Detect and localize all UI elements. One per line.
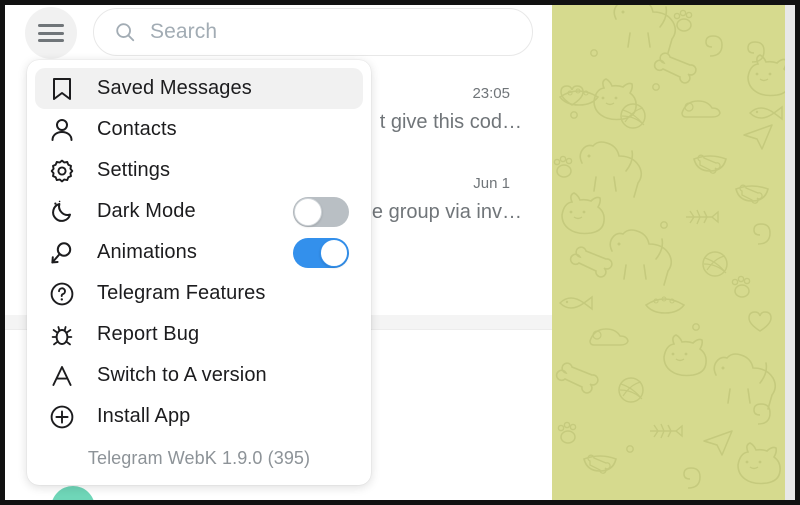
chat-list-panel: Search 23:05 t give this cod… Jun 1 e gr… [5,5,552,500]
search-input[interactable]: Search [93,8,533,56]
menu-item-animations[interactable]: Animations [35,232,363,273]
moon-icon [49,199,75,225]
menu-item-contacts[interactable]: Contacts [35,109,363,150]
right-scroll-gutter [785,5,795,500]
menu-item-install-app[interactable]: Install App [35,396,363,437]
magic-wand-icon [49,240,75,266]
chat-row-preview: t give this cod… [379,111,522,133]
bug-icon [49,322,75,348]
dark-mode-toggle[interactable] [293,196,349,227]
search-icon [116,23,135,42]
search-placeholder: Search [150,20,218,43]
menu-item-settings[interactable]: Settings [35,150,363,191]
chat-wallpaper-area [552,5,785,500]
telegram-app: Search 23:05 t give this cod… Jun 1 e gr… [5,5,795,500]
menu-item-label: Telegram Features [97,282,266,304]
chat-row-preview: e group via inv… [371,201,522,223]
app-version-label: Telegram WebK 1.9.0 (395) [87,448,311,468]
hamburger-menu-icon [38,24,64,42]
chat-row-time: 23:05 [472,85,510,102]
menu-item-label: Dark Mode [97,200,196,222]
menu-item-label: Switch to A version [97,364,267,386]
menu-item-dark-mode[interactable]: Dark Mode [35,191,363,232]
menu-item-telegram-features[interactable]: Telegram Features [35,273,363,314]
menu-item-label: Settings [97,159,171,181]
plus-circle-icon [49,404,75,430]
letter-a-icon [49,363,75,389]
menu-item-saved-messages[interactable]: Saved Messages [35,68,363,109]
top-toolbar: Search [5,5,552,59]
gear-icon [49,158,75,184]
menu-item-label: Contacts [97,118,177,140]
chat-row-time: Jun 1 [473,175,510,192]
main-dropdown-menu: Saved Messages Contacts Settings Dark Mo… [27,60,371,485]
menu-item-switch-version[interactable]: Switch to A version [35,355,363,396]
animations-toggle[interactable] [293,237,349,268]
question-mark-icon [49,281,75,307]
bookmark-icon [49,76,75,102]
pet-doodle-pattern-icon [553,5,785,489]
person-icon [49,117,75,143]
hamburger-menu-button[interactable] [25,7,77,59]
menu-item-label: Saved Messages [97,77,252,99]
app-window: Search 23:05 t give this cod… Jun 1 e gr… [0,0,800,505]
menu-item-report-bug[interactable]: Report Bug [35,314,363,355]
menu-item-label: Report Bug [97,323,200,345]
menu-item-label: Install App [97,405,191,427]
menu-item-label: Animations [97,241,197,263]
